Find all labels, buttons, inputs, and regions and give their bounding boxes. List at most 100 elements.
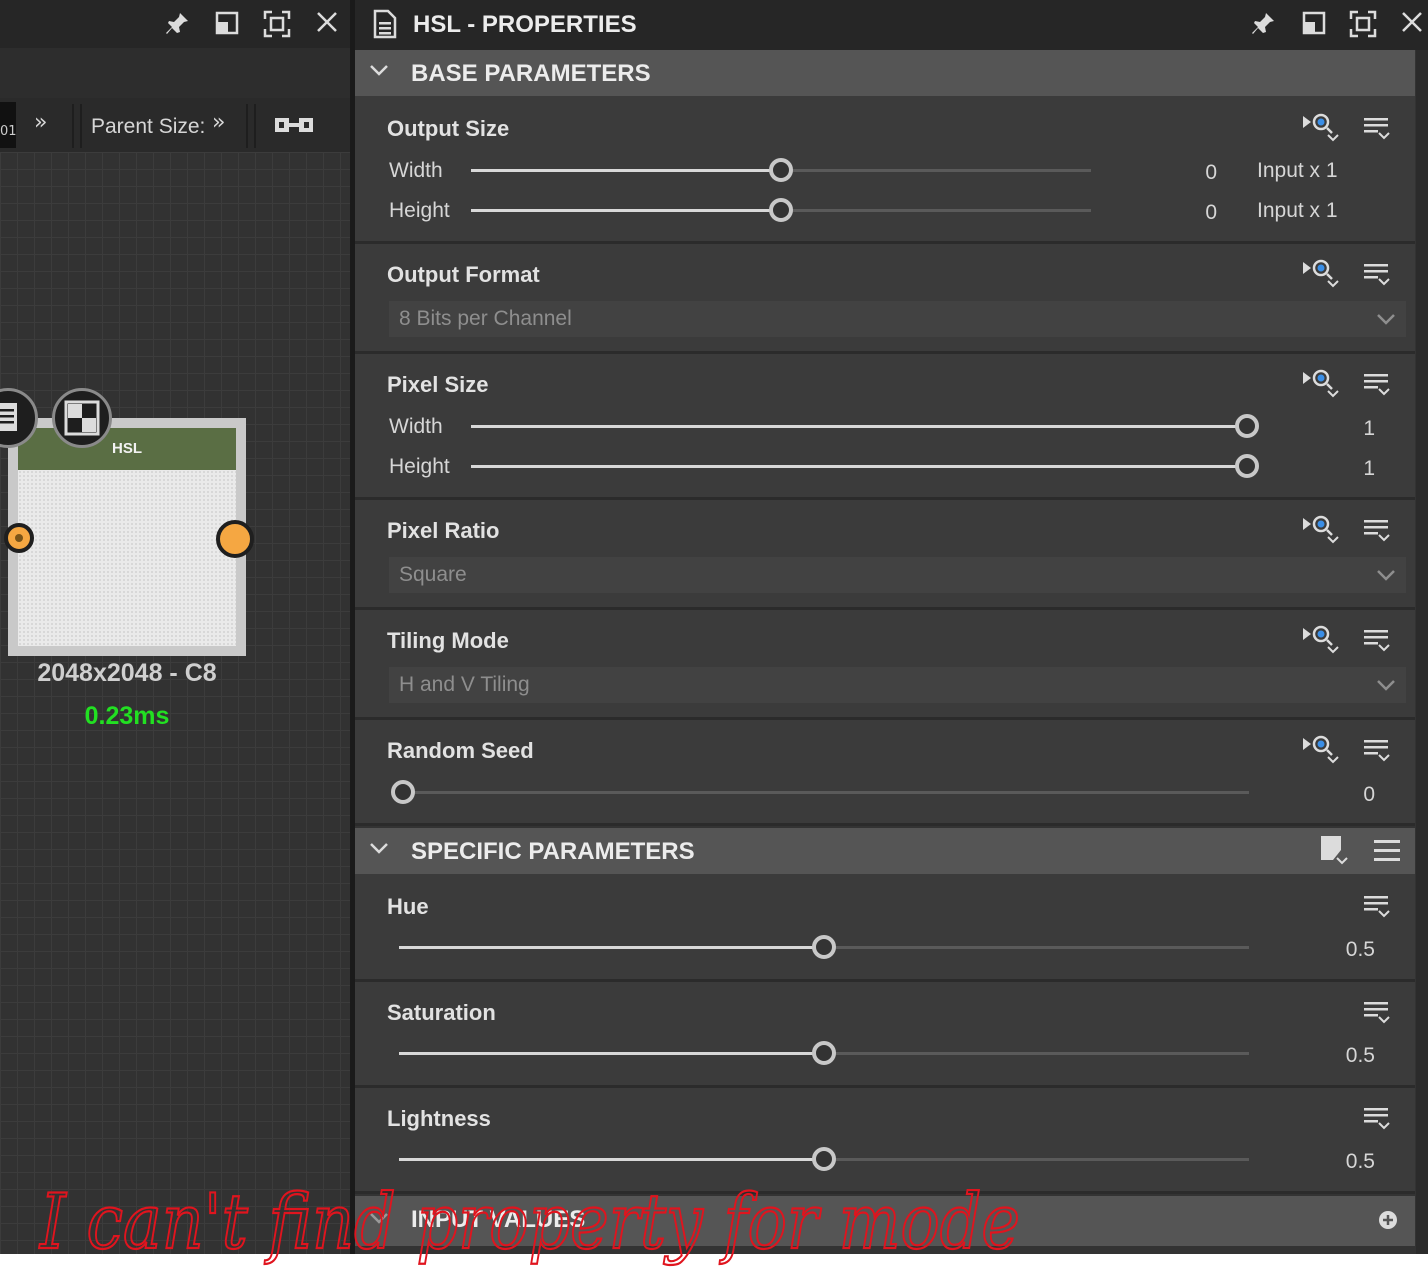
parameter-menu-icon[interactable] xyxy=(1363,260,1393,290)
hsl-node-header[interactable]: HSL xyxy=(18,428,236,470)
chevron-down-icon xyxy=(1376,303,1396,339)
node-output-port[interactable] xyxy=(216,520,254,558)
section-menu-icon[interactable] xyxy=(1373,838,1401,868)
maximize-icon[interactable] xyxy=(262,10,292,40)
section-specific-parameters[interactable]: SPECIFIC PARAMETERS xyxy=(355,828,1415,874)
restore-icon[interactable] xyxy=(1299,10,1329,40)
panel-title: HSL - PROPERTIES xyxy=(413,11,637,38)
saturation-value[interactable]: 0.5 xyxy=(1315,1044,1375,1068)
slider-handle[interactable] xyxy=(812,935,836,959)
group-tiling-mode: Tiling Mode H and V Tiling xyxy=(355,610,1415,720)
add-icon[interactable] xyxy=(1378,1210,1398,1234)
slider-handle[interactable] xyxy=(1235,454,1259,478)
graph-header-bar xyxy=(0,0,350,48)
height-label: Height xyxy=(389,455,450,478)
pin-icon[interactable] xyxy=(1248,10,1278,40)
exposed-parameter-icon[interactable] xyxy=(1301,512,1341,546)
height-value[interactable]: 0 xyxy=(1155,201,1217,225)
toolbar-field-partial[interactable]: 01 xyxy=(0,102,17,148)
slider-handle[interactable] xyxy=(769,158,793,182)
random-seed-value[interactable]: 0 xyxy=(1315,783,1375,807)
group-saturation: Saturation 0.5 xyxy=(355,982,1415,1088)
link-icon[interactable] xyxy=(274,114,314,140)
graph-panel: 01 » Parent Size: » HSL 2048x2048 - C8 0… xyxy=(0,0,350,1254)
restore-icon[interactable] xyxy=(212,10,242,40)
group-hue: Hue 0.5 xyxy=(355,874,1415,982)
exposed-parameter-icon[interactable] xyxy=(1301,256,1341,290)
group-title: Lightness xyxy=(387,1106,491,1131)
random-seed-slider[interactable] xyxy=(401,791,1249,794)
preset-icon[interactable] xyxy=(1319,834,1349,870)
parameter-menu-icon[interactable] xyxy=(1363,114,1393,144)
height-unit[interactable]: Input x 1 xyxy=(1257,199,1338,223)
properties-panel: HSL - PROPERTIES BASE PARAMETERS Output … xyxy=(355,0,1428,1254)
close-icon[interactable] xyxy=(312,10,342,40)
group-title: Tiling Mode xyxy=(387,628,509,653)
exposed-parameter-icon[interactable] xyxy=(1301,110,1341,144)
parameter-menu-icon[interactable] xyxy=(1363,516,1393,546)
slider-fill xyxy=(471,425,1247,428)
parameter-menu-icon[interactable] xyxy=(1363,626,1393,656)
parent-size-label[interactable]: Parent Size: xyxy=(91,115,205,139)
scrollbar[interactable] xyxy=(1416,50,1428,1254)
width-label: Width xyxy=(389,159,443,182)
pin-icon[interactable] xyxy=(162,10,192,40)
parameter-menu-icon[interactable] xyxy=(1363,998,1393,1028)
width-unit[interactable]: Input x 1 xyxy=(1257,159,1338,183)
group-output-format: Output Format 8 Bits per Channel xyxy=(355,244,1415,354)
lightness-value[interactable]: 0.5 xyxy=(1315,1150,1375,1174)
exposed-parameter-icon[interactable] xyxy=(1301,732,1341,766)
slider-handle[interactable] xyxy=(812,1147,836,1171)
section-title: SPECIFIC PARAMETERS xyxy=(411,838,695,865)
maximize-icon[interactable] xyxy=(1348,10,1378,40)
slider-handle[interactable] xyxy=(769,198,793,222)
toolbar-separator xyxy=(72,104,82,148)
output-format-dropdown[interactable]: 8 Bits per Channel xyxy=(389,301,1406,337)
parameter-menu-icon[interactable] xyxy=(1363,370,1393,400)
dropdown-value: H and V Tiling xyxy=(399,673,530,696)
properties-title-bar: HSL - PROPERTIES xyxy=(355,0,1428,50)
slider-handle[interactable] xyxy=(1235,414,1259,438)
node-doc-button[interactable] xyxy=(0,388,38,448)
pixel-ratio-dropdown[interactable]: Square xyxy=(389,557,1406,593)
slider-fill xyxy=(399,1158,824,1161)
node-title: HSL xyxy=(112,440,142,457)
group-title: Random Seed xyxy=(387,738,534,763)
toolbar-more-button[interactable]: » xyxy=(34,110,47,135)
node-input-port[interactable] xyxy=(4,523,34,553)
chevron-down-icon xyxy=(1376,669,1396,705)
toolbar-separator xyxy=(246,104,256,148)
bottom-margin xyxy=(0,1254,1428,1279)
tiling-mode-dropdown[interactable]: H and V Tiling xyxy=(389,667,1406,703)
hue-value[interactable]: 0.5 xyxy=(1315,938,1375,962)
parent-size-more-button[interactable]: » xyxy=(212,110,225,135)
exposed-parameter-icon[interactable] xyxy=(1301,366,1341,400)
width-label: Width xyxy=(389,415,443,438)
node-timing: 0.23ms xyxy=(84,702,170,730)
slider-handle[interactable] xyxy=(812,1041,836,1065)
group-pixel-ratio: Pixel Ratio Square xyxy=(355,500,1415,610)
slider-fill xyxy=(399,1052,824,1055)
parameter-menu-icon[interactable] xyxy=(1363,892,1393,922)
section-input-values[interactable]: INPUT VALUES xyxy=(355,1196,1415,1246)
section-base-parameters[interactable]: BASE PARAMETERS xyxy=(355,50,1415,96)
parameter-menu-icon[interactable] xyxy=(1363,1104,1393,1134)
parameter-menu-icon[interactable] xyxy=(1363,736,1393,766)
group-title: Pixel Ratio xyxy=(387,518,500,543)
exposed-parameter-icon[interactable] xyxy=(1301,622,1341,656)
document-icon xyxy=(373,9,397,43)
group-lightness: Lightness 0.5 xyxy=(355,1088,1415,1194)
group-pixel-size: Pixel Size Width 1 Height 1 xyxy=(355,354,1415,500)
slider-fill xyxy=(471,209,781,212)
close-icon[interactable] xyxy=(1397,10,1427,40)
width-value[interactable]: 0 xyxy=(1155,161,1217,185)
slider-handle[interactable] xyxy=(391,780,415,804)
section-title: INPUT VALUES xyxy=(411,1206,586,1233)
node-preview-toggle-icon[interactable] xyxy=(52,388,112,448)
slider-fill xyxy=(471,465,1247,468)
group-output-size: Output Size Width 0 Input x 1 Height 0 I… xyxy=(355,96,1415,244)
chevron-down-icon xyxy=(369,58,389,83)
height-value[interactable]: 1 xyxy=(1315,457,1375,481)
group-random-seed: Random Seed 0 xyxy=(355,720,1415,826)
width-value[interactable]: 1 xyxy=(1315,417,1375,441)
